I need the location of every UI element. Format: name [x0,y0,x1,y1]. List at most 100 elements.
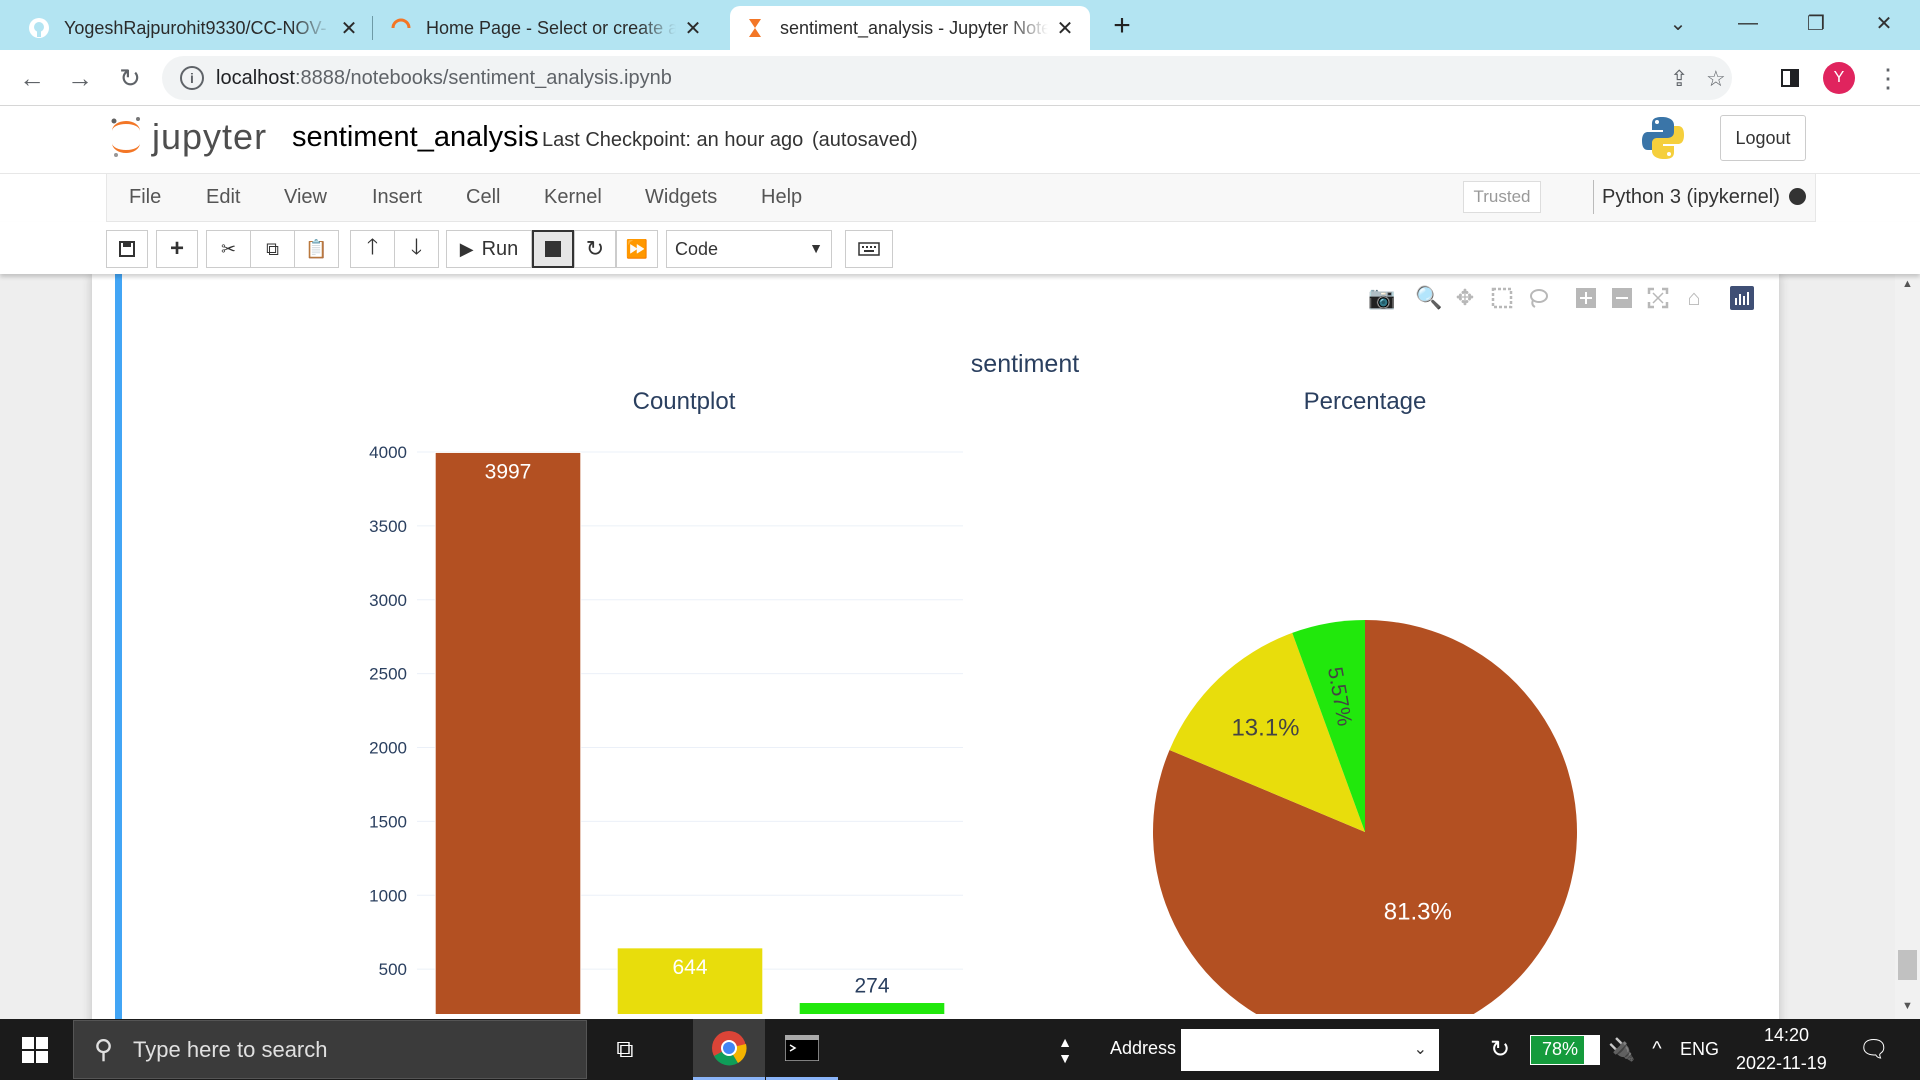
y-tick-label: 3000 [369,591,407,610]
restart-icon[interactable]: ↻ [574,230,616,268]
tab-home[interactable]: Home Page - Select or create a n ✕ [376,6,718,50]
browser-toolbar: ← → ↻ i localhost:8888/notebooks/sentime… [0,50,1920,106]
power-plug-icon: 🔌 [1608,1036,1636,1062]
trusted-indicator[interactable]: Trusted [1463,181,1541,213]
menu-widgets[interactable]: Widgets [645,186,717,209]
search-icon: ⚲ [94,1034,114,1064]
notifications-icon[interactable]: 🗨 [1854,1019,1894,1080]
menu-cell[interactable]: Cell [466,186,500,209]
chrome-taskbar-icon[interactable] [693,1019,765,1080]
python-logo-icon [1642,117,1684,159]
notebook-toolbar: + ✂ ⧉ 📋 🡑 🡓 ▶ Run ↻ ⏩ Code ▼ [0,222,1920,274]
pie-percent-label: 81.3% [1384,898,1452,925]
address-toolbar-label: Address [1110,1038,1177,1058]
search-placeholder: Type here to search [133,1036,328,1062]
share-icon[interactable]: ⇪ [1670,66,1688,92]
run-button[interactable]: ▶ Run [446,230,532,268]
menu-kernel[interactable]: Kernel [544,186,602,209]
forward-icon[interactable]: → [60,58,100,98]
more-menu-icon[interactable]: ⋮ [1868,58,1908,98]
terminal-taskbar-icon[interactable] [766,1019,838,1080]
cell-type-select[interactable]: Code ▼ [666,230,832,268]
plotly-logo-icon[interactable] [1728,284,1756,312]
close-tab-icon[interactable]: ✕ [338,16,360,41]
refresh-icon[interactable]: ↻ [1482,1019,1518,1080]
countplot-title: Countplot [633,388,736,415]
hourglass-icon [744,17,766,39]
minimize-icon[interactable]: — [1718,6,1778,40]
clock-time[interactable]: 14:20 [1764,1025,1809,1046]
y-tick-label: 2500 [369,665,407,684]
pie-percent-label: 13.1% [1231,715,1299,742]
github-icon [28,17,50,39]
notebook-name[interactable]: sentiment_analysis [292,121,539,154]
toolbar-scroll-icon[interactable]: ▲ ▼ [1050,1019,1080,1080]
page-scrollbar[interactable]: ▲ ▼ [1895,274,1920,1019]
jupyter-logo[interactable]: jupyter [108,115,267,159]
address-toolbar-input[interactable]: ⌄ [1181,1029,1439,1071]
kernel-status-icon [1789,188,1806,205]
chevron-down-icon: ▼ [809,240,823,256]
menu-file[interactable]: File [129,186,161,209]
paste-icon[interactable]: 📋 [294,230,339,268]
y-tick-label: 4000 [369,443,407,462]
scroll-up-icon[interactable]: ▲ [1895,278,1920,290]
menu-help[interactable]: Help [761,186,802,209]
new-tab-button[interactable]: + [1104,10,1140,44]
notebook-area: 📷 🔍 ✥ ⌂ sentiment Countplot Percentage 0… [0,274,1920,1019]
back-icon[interactable]: ← [12,58,52,98]
copy-icon[interactable]: ⧉ [250,230,295,268]
jupyter-spinner-icon [390,17,412,39]
show-hidden-icons[interactable]: ^ [1642,1019,1672,1080]
windows-start-icon[interactable] [0,1019,70,1080]
keyboard-shortcuts-icon[interactable] [845,230,893,268]
language-indicator[interactable]: ENG [1680,1039,1719,1060]
percentage-title: Percentage [1304,388,1427,415]
move-down-icon[interactable]: 🡓 [394,230,439,268]
menu-insert[interactable]: Insert [372,186,422,209]
cut-icon[interactable]: ✂ [206,230,251,268]
bar-positive[interactable] [434,451,582,1014]
menu-edit[interactable]: Edit [206,186,240,209]
scroll-down-icon[interactable]: ▼ [1895,1000,1920,1012]
bar-value-label: 274 [854,975,889,998]
restart-run-all-icon[interactable]: ⏩ [616,230,658,268]
reload-icon[interactable]: ↻ [110,58,150,98]
task-view-icon[interactable]: ⧉ [600,1019,650,1080]
logout-button[interactable]: Logout [1720,115,1806,161]
side-panel-icon[interactable] [1770,58,1810,98]
y-tick-label: 500 [379,960,407,979]
save-icon[interactable] [106,230,148,268]
jupyter-header: jupyter sentiment_analysis Last Checkpoi… [0,107,1920,174]
site-info-icon[interactable]: i [180,66,204,90]
bookmark-star-icon[interactable]: ☆ [1706,66,1726,92]
chevron-down-icon[interactable]: ⌄ [1414,1039,1427,1059]
scrollbar-thumb[interactable] [1898,950,1917,980]
insert-cell-icon[interactable]: + [156,230,198,268]
y-axis-ticks: 05001000150020002500300035004000 [369,443,407,979]
reset-axes-home-icon[interactable]: ⌂ [1680,284,1708,312]
url-host: localhost [216,66,295,89]
pie-series: 81.3%13.1%5.57% [1153,620,1577,1014]
address-bar[interactable]: i localhost:8888/notebooks/sentiment_ana… [162,56,1732,100]
tab-notebook[interactable]: sentiment_analysis - Jupyter Note ✕ [730,6,1090,50]
tab-github[interactable]: YogeshRajpurohit9330/CC-NOV- ✕ [14,6,374,50]
restore-icon[interactable]: ❐ [1786,6,1846,40]
move-up-icon[interactable]: 🡑 [350,230,395,268]
sentiment-chart: sentiment Countplot Percentage 050010001… [369,350,1577,1014]
close-window-icon[interactable]: ✕ [1854,6,1914,40]
bar-neutral[interactable] [798,1002,946,1014]
tab-search-chevron-icon[interactable]: ⌄ [1648,6,1708,40]
battery-indicator[interactable]: 78% [1530,1035,1600,1065]
clock-date[interactable]: 2022-11-19 [1736,1053,1827,1074]
close-tab-icon[interactable]: ✕ [682,16,704,41]
chart-title: sentiment [971,350,1079,378]
taskbar-search[interactable]: ⚲ Type here to search [73,1020,587,1079]
y-tick-label: 3500 [369,517,407,536]
tab-title: Home Page - Select or create a n [426,17,676,38]
profile-avatar[interactable]: Y [1823,62,1855,94]
menu-view[interactable]: View [284,186,327,209]
close-tab-icon[interactable]: ✕ [1054,16,1076,41]
interrupt-icon[interactable] [532,230,574,268]
kernel-name: Python 3 (ipykernel) [1593,180,1780,214]
